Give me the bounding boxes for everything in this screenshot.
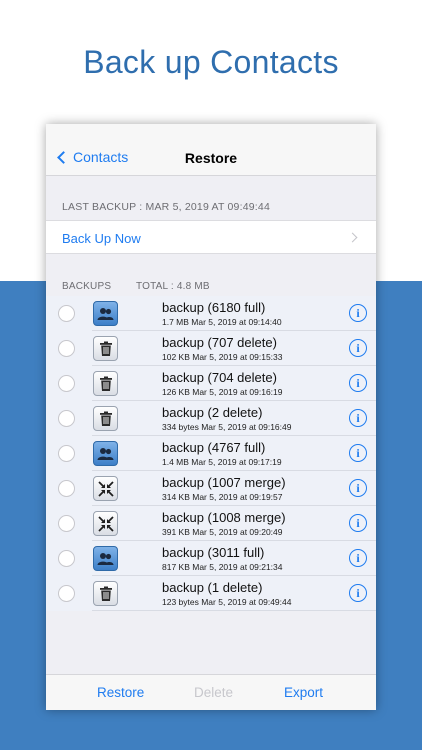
last-backup-label: LAST BACKUP : MAR 5, 2019 AT 09:49:44	[62, 201, 270, 213]
contacts-icon	[93, 441, 118, 466]
navigation-bar: Contacts Restore	[46, 124, 376, 176]
select-radio[interactable]	[58, 445, 75, 462]
delete-button[interactable]: Delete	[194, 685, 233, 700]
backups-total-size: TOTAL : 4.8 MB	[136, 281, 210, 292]
info-icon[interactable]: i	[349, 304, 367, 322]
backup-row[interactable]: backup (6180 full) 1.7 MB Mar 5, 2019 at …	[46, 296, 376, 331]
backup-title: backup (707 delete)	[162, 335, 277, 350]
backup-row[interactable]: backup (704 delete) 126 KB Mar 5, 2019 at…	[46, 366, 376, 401]
export-button[interactable]: Export	[284, 685, 323, 700]
backup-title: backup (4767 full)	[162, 440, 266, 455]
bottom-toolbar: Restore Delete Export	[46, 674, 376, 710]
info-icon[interactable]: i	[349, 584, 367, 602]
backup-details: 1.4 MB Mar 5, 2019 at 09:17:19	[162, 457, 282, 467]
trash-icon	[93, 336, 118, 361]
select-radio[interactable]	[58, 305, 75, 322]
select-radio[interactable]	[58, 550, 75, 567]
back-up-now-cell[interactable]: Back Up Now	[46, 220, 376, 254]
backup-title: backup (704 delete)	[162, 370, 277, 385]
info-icon[interactable]: i	[349, 339, 367, 357]
chevron-right-icon	[347, 232, 358, 243]
backup-details: 391 KB Mar 5, 2019 at 09:20:49	[162, 527, 283, 537]
backup-title: backup (3011 full)	[162, 545, 265, 560]
backup-row[interactable]: backup (1007 merge) 314 KB Mar 5, 2019 at…	[46, 471, 376, 506]
trash-icon	[93, 581, 118, 606]
backup-row[interactable]: backup (2 delete) 334 bytes Mar 5, 2019 a…	[46, 401, 376, 436]
backup-details: 817 KB Mar 5, 2019 at 09:21:34	[162, 562, 283, 572]
trash-icon	[93, 406, 118, 431]
contacts-icon	[93, 301, 118, 326]
backup-list: backup (6180 full) 1.7 MB Mar 5, 2019 at …	[46, 296, 376, 611]
backup-details: 314 KB Mar 5, 2019 at 09:19:57	[162, 492, 283, 502]
backup-row[interactable]: backup (4767 full) 1.4 MB Mar 5, 2019 at …	[46, 436, 376, 471]
info-icon[interactable]: i	[349, 479, 367, 497]
restore-button[interactable]: Restore	[97, 685, 144, 700]
promo-headline: Back up Contacts	[83, 44, 339, 80]
merge-icon	[93, 476, 118, 501]
info-icon[interactable]: i	[349, 444, 367, 462]
contacts-icon	[93, 546, 118, 571]
info-icon[interactable]: i	[349, 514, 367, 532]
info-icon[interactable]: i	[349, 374, 367, 392]
backup-row[interactable]: backup (1008 merge) 391 KB Mar 5, 2019 at…	[46, 506, 376, 541]
select-radio[interactable]	[58, 340, 75, 357]
info-icon[interactable]: i	[349, 549, 367, 567]
backup-details: 334 bytes Mar 5, 2019 at 09:16:49	[162, 422, 292, 432]
select-radio[interactable]	[58, 480, 75, 497]
backup-row[interactable]: backup (3011 full) 817 KB Mar 5, 2019 at …	[46, 541, 376, 576]
select-radio[interactable]	[58, 375, 75, 392]
backup-title: backup (1007 merge)	[162, 475, 286, 490]
backup-row[interactable]: backup (707 delete) 102 KB Mar 5, 2019 at…	[46, 331, 376, 366]
select-radio[interactable]	[58, 410, 75, 427]
backup-details: 1.7 MB Mar 5, 2019 at 09:14:40	[162, 317, 282, 327]
back-up-now-label: Back Up Now	[62, 231, 141, 246]
merge-icon	[93, 511, 118, 536]
backup-title: backup (1 delete)	[162, 580, 263, 595]
backup-details: 123 bytes Mar 5, 2019 at 09:49:44	[162, 597, 292, 607]
backup-details: 102 KB Mar 5, 2019 at 09:15:33	[162, 352, 283, 362]
select-radio[interactable]	[58, 515, 75, 532]
backup-title: backup (2 delete)	[162, 405, 263, 420]
backup-title: backup (1008 merge)	[162, 510, 286, 525]
trash-icon	[93, 371, 118, 396]
backup-title: backup (6180 full)	[162, 300, 266, 315]
backup-row[interactable]: backup (1 delete) 123 bytes Mar 5, 2019 a…	[46, 576, 376, 611]
backup-details: 126 KB Mar 5, 2019 at 09:16:19	[162, 387, 283, 397]
select-radio[interactable]	[58, 585, 75, 602]
page-title: Restore	[184, 150, 238, 166]
info-icon[interactable]: i	[349, 409, 367, 427]
phone-screen: Contacts Restore LAST BACKUP : MAR 5, 20…	[46, 124, 376, 710]
backups-section-header: BACKUPS	[62, 281, 112, 292]
